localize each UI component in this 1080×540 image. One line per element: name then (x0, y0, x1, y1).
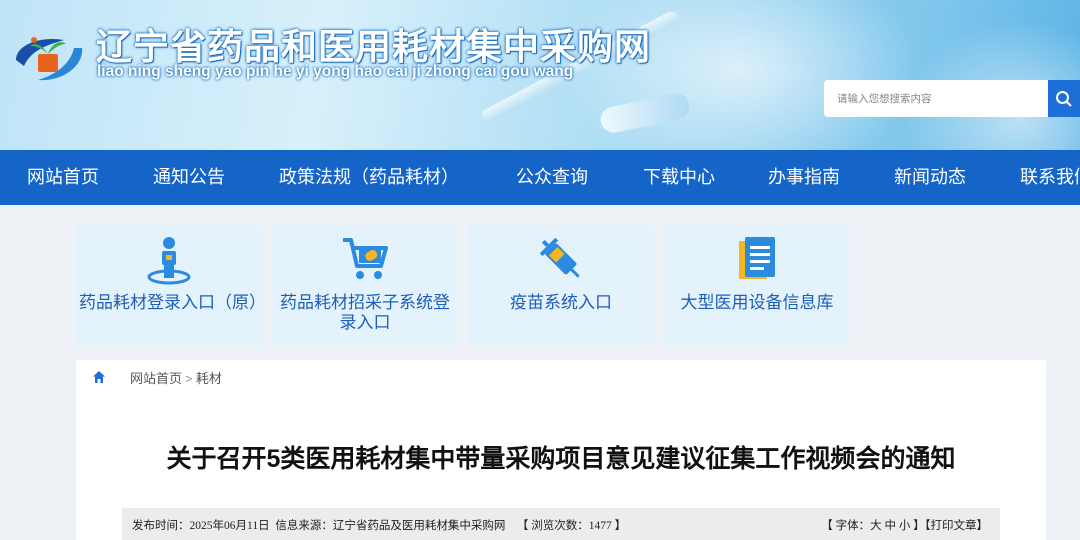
card-vaccine-system[interactable]: 疫苗系统入口 (468, 225, 654, 345)
card-label: 疫苗系统入口 (510, 293, 612, 313)
site-pinyin: liao ning sheng yao pin he yi yong hao c… (97, 63, 574, 80)
search-input[interactable] (824, 80, 1048, 117)
cart-icon (340, 233, 390, 285)
nav-item-home[interactable]: 网站首页 (27, 150, 99, 205)
search-box (824, 80, 1080, 117)
article-meta-bar: 发布时间：2025年06月11日 信息来源：辽宁省药品及医用耗材集中采购网 【 … (122, 508, 1000, 540)
search-button[interactable] (1048, 80, 1080, 117)
card-medical-equipment-db[interactable]: 大型医用设备信息库 (664, 225, 850, 345)
nav-item-downloads[interactable]: 下载中心 (643, 150, 715, 205)
home-icon[interactable] (92, 370, 106, 384)
nav-item-policies[interactable]: 政策法规（药品耗材） (279, 150, 459, 205)
card-label: 药品耗材登录入口（原） (79, 293, 266, 313)
card-label: 大型医用设备信息库 (680, 293, 834, 313)
card-drug-login-original[interactable]: 药品耗材登录入口（原） (76, 225, 266, 345)
article-title: 关于召开5类医用耗材集中带量采购项目意见建议征集工作视频会的通知 (166, 445, 956, 473)
article-tools[interactable]: 【 字体：大 中 小 】【打印文章】 (821, 520, 988, 532)
header-banner: 辽宁省药品和医用耗材集中采购网 liao ning sheng yao pin … (0, 0, 1080, 150)
nav-item-guide[interactable]: 办事指南 (768, 150, 840, 205)
nav-item-news[interactable]: 新闻动态 (894, 150, 966, 205)
nav-item-contact[interactable]: 联系我们 (1020, 150, 1080, 205)
document-icon (732, 233, 782, 285)
main-nav: 网站首页 通知公告 政策法规（药品耗材） 公众查询 下载中心 办事指南 新闻动态… (0, 150, 1080, 205)
article-panel: 网站首页 > 耗材 关于召开5类医用耗材集中带量采购项目意见建议征集工作视频会的… (76, 360, 1046, 540)
search-icon (1056, 90, 1072, 107)
card-label: 药品耗材招采子系统登录入口 (280, 293, 450, 333)
breadcrumb-path[interactable]: 网站首页 > 耗材 (130, 368, 222, 387)
card-procurement-login[interactable]: 药品耗材招采子系统登录入口 (272, 225, 458, 345)
nav-item-public-query[interactable]: 公众查询 (516, 150, 588, 205)
article-meta-info: 发布时间：2025年06月11日 信息来源：辽宁省药品及医用耗材集中采购网 【 … (132, 520, 627, 532)
nav-item-notices[interactable]: 通知公告 (153, 150, 225, 205)
user-location-icon (144, 233, 194, 285)
breadcrumb: 网站首页 > 耗材 (92, 368, 222, 386)
syringe-icon (536, 233, 586, 285)
plant-logo-icon[interactable] (12, 26, 86, 86)
